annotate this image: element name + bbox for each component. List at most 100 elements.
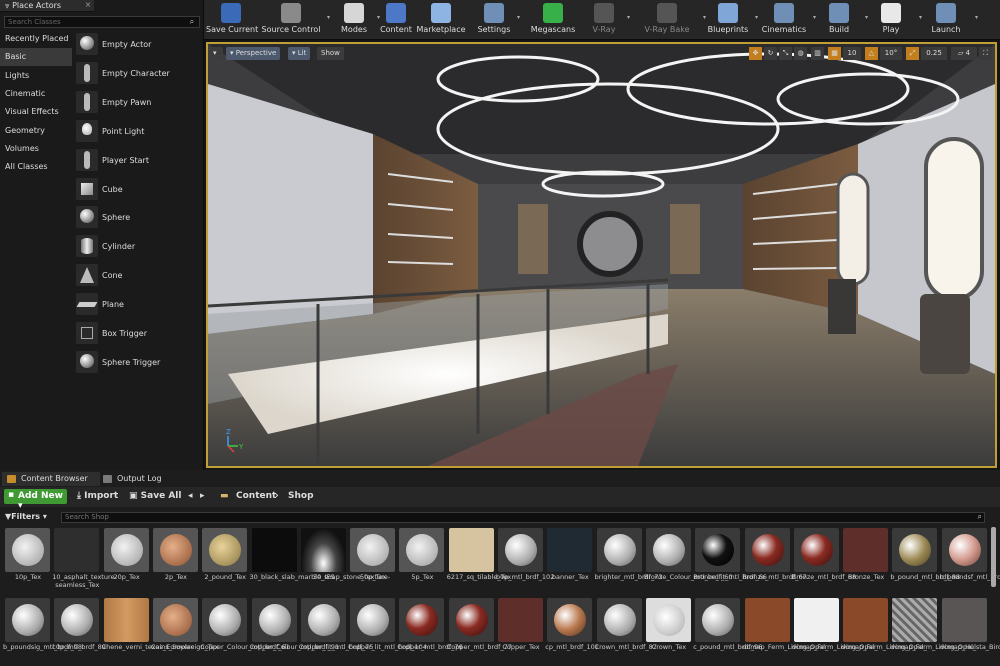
- actor-item-point-light[interactable]: Point Light: [73, 118, 204, 146]
- material-preview-sphere: [159, 534, 192, 566]
- category-lights[interactable]: Lights: [0, 67, 72, 85]
- viewport-options-dropdown[interactable]: ▾: [211, 47, 223, 60]
- category-all-classes[interactable]: All Classes: [0, 158, 72, 176]
- surface-snap-icon[interactable]: ▥: [811, 47, 824, 60]
- search-icon[interactable]: ⌕: [187, 17, 197, 27]
- actor-item-label: Sphere: [102, 213, 131, 223]
- rotation-snap-value[interactable]: 10°: [880, 47, 902, 60]
- material-preview-sphere: [159, 604, 192, 636]
- rotation-snap-icon[interactable]: △: [865, 47, 878, 60]
- toolbar-button-label: Modes: [341, 25, 367, 34]
- show-label: Show: [321, 49, 340, 57]
- asset-thumbnail: [793, 598, 839, 642]
- add-new-button[interactable]: ▪ Add New ▾: [4, 489, 67, 511]
- vray-bake-icon: [657, 3, 677, 23]
- search-classes-input[interactable]: Search Classes ⌕: [4, 16, 200, 28]
- camera-speed-value[interactable]: ▱ 4: [951, 47, 977, 60]
- actor-item-empty-character[interactable]: Empty Character: [73, 60, 204, 88]
- chevron-down-icon[interactable]: ▾: [517, 14, 520, 21]
- toolbar-button-label: Settings: [477, 25, 511, 34]
- maximize-viewport-icon[interactable]: ⛶: [979, 47, 992, 60]
- v-ray-bake-button[interactable]: V-Ray Bake ▾: [632, 0, 706, 40]
- settings-button[interactable]: Settings ▾: [472, 0, 520, 40]
- rotate-icon[interactable]: ↻: [764, 47, 777, 60]
- level-viewport[interactable]: Z Y ▾ ▾ Perspective ▾ Lit Show ✥ ↻ ⤡ ◍ ▥…: [206, 42, 997, 468]
- save-all-button[interactable]: ▣ Save All: [129, 491, 181, 501]
- import-icon: ⤓: [77, 491, 81, 501]
- actor-item-cone[interactable]: Cone: [73, 262, 204, 290]
- actor-item-sphere[interactable]: Sphere: [73, 204, 204, 232]
- asset-label: dcmap_Ferm_Living_Opal_: [841, 643, 927, 651]
- save-current-button[interactable]: Save Current: [206, 0, 258, 40]
- scale-snap-value[interactable]: 0.25: [921, 47, 947, 60]
- category-volumes[interactable]: Volumes: [0, 140, 72, 158]
- asset-thumbnail: [448, 528, 494, 572]
- cinematics-button[interactable]: Cinematics ▾: [756, 0, 816, 40]
- play-button[interactable]: Play ▾: [864, 0, 922, 40]
- asset-label: 30_IES: [312, 573, 335, 581]
- chevron-down-icon[interactable]: ▾: [975, 14, 978, 21]
- import-button[interactable]: ⤓ Import: [77, 491, 118, 501]
- actor-item-box-trigger[interactable]: Box Trigger: [73, 320, 204, 348]
- actor-item-cube[interactable]: Cube: [73, 176, 204, 204]
- chevron-down-icon[interactable]: ▾: [327, 14, 330, 21]
- tab-content-browser[interactable]: Content Browser: [2, 472, 100, 486]
- build-button[interactable]: Build ▾: [814, 0, 868, 40]
- translate-icon[interactable]: ✥: [749, 47, 762, 60]
- chevron-down-icon[interactable]: ▾: [627, 14, 630, 21]
- show-button[interactable]: Show: [317, 47, 344, 60]
- grid-size-value[interactable]: 10: [843, 47, 861, 60]
- sphere-trigger-icon: [76, 350, 98, 373]
- source-control-button[interactable]: Source Control ▾: [256, 0, 330, 40]
- scale-snap-icon[interactable]: ⤢: [906, 47, 919, 60]
- folder-icon[interactable]: ▬: [220, 491, 229, 501]
- cone-icon: [76, 264, 98, 287]
- scene-render[interactable]: Z Y: [208, 44, 995, 466]
- blueprints-button[interactable]: Blueprints ▾: [702, 0, 758, 40]
- asset-thumbnail: [547, 598, 593, 642]
- category-recently-placed[interactable]: Recently Placed: [0, 30, 72, 48]
- asset-label: c_pound_mtl_brdf_96: [693, 643, 763, 651]
- actor-item-empty-actor[interactable]: Empty Actor: [73, 31, 204, 59]
- search-shop-input[interactable]: Search Shop ⌕: [61, 512, 985, 523]
- category-basic[interactable]: Basic: [0, 48, 72, 67]
- filters-button[interactable]: ▼Filters ▾: [5, 512, 47, 521]
- modes-button[interactable]: Modes ▾: [332, 0, 380, 40]
- asset-scrollbar[interactable]: [991, 527, 996, 587]
- actor-item-empty-pawn[interactable]: Empty Pawn: [73, 89, 204, 117]
- search-icon[interactable]: ⌕: [978, 512, 982, 522]
- material-preview-sphere: [12, 604, 44, 636]
- grid-snap-icon[interactable]: ▦: [828, 47, 841, 60]
- tab-output-log[interactable]: Output Log: [98, 472, 178, 486]
- category-visual-effects[interactable]: Visual Effects: [0, 103, 72, 121]
- scale-icon[interactable]: ⤡: [779, 47, 792, 60]
- asset-thumbnail: [399, 528, 445, 572]
- asset-label: 20p_Tex: [113, 573, 140, 581]
- category-cinematic[interactable]: Cinematic: [0, 85, 72, 103]
- close-icon[interactable]: ×: [82, 0, 94, 12]
- back-icon[interactable]: ◂: [188, 491, 193, 501]
- asset-thumbnail: [892, 528, 938, 572]
- perspective-button[interactable]: ▾ Perspective: [226, 47, 281, 60]
- breadcrumb-shop[interactable]: Shop: [288, 491, 314, 501]
- marketplace-button[interactable]: Marketplace: [416, 0, 466, 40]
- v-ray-button[interactable]: V-Ray ▾: [582, 0, 630, 40]
- breadcrumb-content[interactable]: Content: [236, 491, 276, 501]
- category-geometry[interactable]: Geometry: [0, 122, 72, 140]
- lit-button[interactable]: ▾ Lit: [288, 47, 311, 60]
- add-new-icon: ▪: [8, 490, 15, 500]
- actor-item-player-start[interactable]: Player Start: [73, 147, 204, 175]
- material-preview-sphere: [110, 534, 143, 566]
- actor-item-plane[interactable]: Plane: [73, 291, 204, 319]
- actor-item-cylinder[interactable]: Cylinder: [73, 233, 204, 261]
- place-actors-icon: ⩔: [5, 1, 13, 10]
- asset-label: dcmap_Hulsta_Birdy_Pouf_: [939, 643, 1000, 651]
- actor-item-sphere-trigger[interactable]: Sphere Trigger: [73, 349, 204, 377]
- asset-label: b_poundsig_mtl_brdf_98: [3, 643, 82, 651]
- forward-icon[interactable]: ▸: [200, 491, 205, 501]
- content-button[interactable]: Content: [376, 0, 416, 40]
- world-space-icon[interactable]: ◍: [794, 47, 807, 60]
- tab-place-actors[interactable]: ⩔ Place Actors: [0, 0, 94, 12]
- megascans-button[interactable]: Megascans: [524, 0, 582, 40]
- launch-button[interactable]: Launch ▾: [918, 0, 978, 40]
